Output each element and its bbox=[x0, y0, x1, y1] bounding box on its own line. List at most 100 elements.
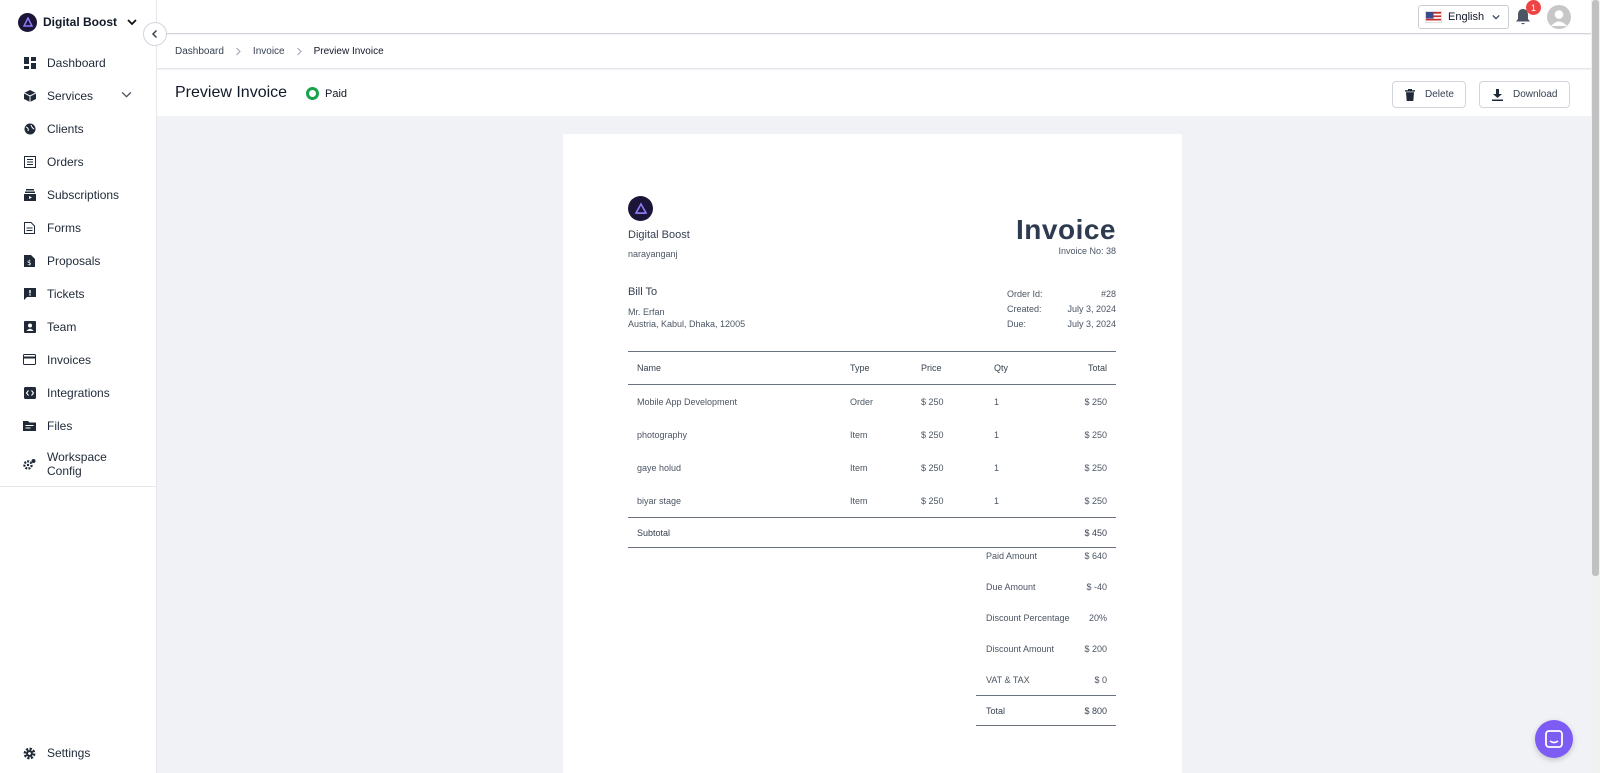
breadcrumb-invoice[interactable]: Invoice bbox=[253, 46, 285, 57]
item-total: $ 250 bbox=[1084, 462, 1107, 473]
summary-value: $ 200 bbox=[1084, 643, 1107, 654]
sidebar-item-integrations[interactable]: Integrations bbox=[0, 376, 156, 409]
bill-to-label: Bill To bbox=[628, 286, 658, 298]
user-icon bbox=[1551, 10, 1567, 26]
company-address: narayanganj bbox=[628, 249, 678, 259]
meta-label: Order Id: bbox=[1007, 288, 1043, 299]
company-name: Digital Boost bbox=[628, 229, 690, 241]
item-total: $ 250 bbox=[1084, 396, 1107, 407]
sidebar-item-invoices[interactable]: Invoices bbox=[0, 343, 156, 376]
item-type: Item bbox=[850, 429, 868, 440]
summary-row-paid: Paid Amount $ 640 bbox=[976, 540, 1116, 571]
item-qty: 1 bbox=[994, 495, 1000, 506]
sidebar-item-tickets[interactable]: Tickets bbox=[0, 277, 156, 310]
total-label: Total bbox=[986, 705, 1006, 716]
language-select[interactable]: English bbox=[1418, 5, 1509, 29]
scrollbar-thumb[interactable] bbox=[1592, 0, 1599, 576]
table-row: gaye holud Item $ 250 1 $ 250 bbox=[628, 451, 1116, 484]
summary-row-vat: VAT & TAX $ 0 bbox=[976, 664, 1116, 695]
sidebar-item-label: Integrations bbox=[47, 385, 110, 400]
folder-icon bbox=[23, 419, 36, 432]
summary-label: VAT & TAX bbox=[986, 674, 1030, 685]
item-price: $ 250 bbox=[921, 495, 944, 506]
status-dot-icon bbox=[306, 87, 319, 100]
workspace-switcher[interactable]: Digital Boost bbox=[18, 12, 137, 32]
meta-order-id: Order Id: #28 bbox=[1007, 286, 1116, 301]
sidebar-item-label: Orders bbox=[47, 154, 84, 169]
invoice-number: Invoice No: 38 bbox=[1058, 246, 1116, 256]
item-qty: 1 bbox=[994, 396, 1000, 407]
invoice-meta: Order Id: #28 Created: July 3, 2024 Due: Ju… bbox=[1007, 286, 1116, 331]
sidebar-item-dashboard[interactable]: Dashboard bbox=[0, 46, 156, 79]
ticket-icon bbox=[23, 287, 36, 300]
company-logo-icon bbox=[628, 196, 653, 221]
sidebar-item-services[interactable]: Services bbox=[0, 79, 156, 112]
download-button[interactable]: Download bbox=[1479, 81, 1570, 108]
item-qty: 1 bbox=[994, 429, 1000, 440]
summary-value: $ -40 bbox=[1086, 581, 1107, 592]
page-title: Preview Invoice bbox=[175, 84, 288, 101]
language-label: English bbox=[1448, 11, 1485, 23]
us-flag-icon bbox=[1425, 11, 1442, 23]
sidebar-item-proposals[interactable]: $ Proposals bbox=[0, 244, 156, 277]
delete-label: Delete bbox=[1425, 89, 1454, 100]
chevron-down-icon bbox=[127, 17, 137, 27]
sidebar-item-label: Proposals bbox=[47, 253, 101, 268]
download-label: Download bbox=[1513, 89, 1558, 100]
sidebar-item-settings[interactable]: Settings bbox=[0, 740, 156, 766]
chat-launcher-button[interactable] bbox=[1535, 720, 1573, 758]
column-header-total: Total bbox=[1087, 363, 1107, 373]
sidebar: Digital Boost Dashboard Services Clients… bbox=[0, 0, 157, 773]
sidebar-item-orders[interactable]: Orders bbox=[0, 145, 156, 178]
sidebar-item-clients[interactable]: Clients bbox=[0, 112, 156, 145]
meta-created: Created: July 3, 2024 bbox=[1007, 301, 1116, 316]
breadcrumb: Dashboard Invoice Preview Invoice bbox=[157, 35, 1591, 69]
chevron-right-icon bbox=[296, 47, 303, 56]
delete-button[interactable]: Delete bbox=[1392, 81, 1466, 108]
sidebar-item-subscriptions[interactable]: Subscriptions bbox=[0, 178, 156, 211]
subtotal-label: Subtotal bbox=[637, 527, 671, 538]
meta-value: July 3, 2024 bbox=[1067, 318, 1116, 329]
client-address: Austria, Kabul, Dhaka, 12005 bbox=[628, 319, 746, 329]
breadcrumb-dashboard[interactable]: Dashboard bbox=[175, 46, 224, 57]
summary-row-discount-percentage: Discount Percentage 20% bbox=[976, 602, 1116, 633]
sidebar-item-label: Subscriptions bbox=[47, 187, 120, 202]
sidebar-item-forms[interactable]: Forms bbox=[0, 211, 156, 244]
invoice-title: Invoice bbox=[1016, 214, 1116, 245]
item-name: biyar stage bbox=[637, 495, 682, 506]
dollar-document-icon: $ bbox=[23, 254, 36, 267]
total-value: $ 800 bbox=[1084, 705, 1107, 716]
item-name: photography bbox=[637, 429, 688, 440]
sidebar-item-workspace-config[interactable]: Workspace Config bbox=[0, 442, 156, 486]
subtotal-value: $ 450 bbox=[1084, 527, 1107, 538]
summary-value: 20% bbox=[1088, 612, 1107, 623]
box-icon bbox=[23, 89, 36, 102]
cogs-icon bbox=[23, 458, 36, 471]
avatar[interactable] bbox=[1547, 5, 1571, 29]
sidebar-item-label: Settings bbox=[47, 746, 91, 760]
table-header: Name Type Price Qty Total bbox=[628, 351, 1116, 385]
sidebar-item-files[interactable]: Files bbox=[0, 409, 156, 442]
sidebar-collapse-button[interactable] bbox=[143, 22, 167, 46]
chevron-down-icon[interactable] bbox=[121, 89, 132, 100]
credit-card-icon bbox=[23, 353, 36, 366]
summary-value: $ 0 bbox=[1094, 674, 1107, 685]
item-price: $ 250 bbox=[921, 396, 944, 407]
status-badge: Paid bbox=[306, 87, 347, 100]
meta-value: July 3, 2024 bbox=[1067, 303, 1116, 314]
chevron-left-icon bbox=[151, 29, 158, 39]
sidebar-item-team[interactable]: Team bbox=[0, 310, 156, 343]
document-icon bbox=[23, 221, 36, 234]
sidebar-item-label: Workspace Config bbox=[47, 450, 107, 478]
page-header: Preview Invoice Paid Delete Download bbox=[157, 70, 1591, 116]
workspace-name: Digital Boost bbox=[43, 15, 117, 29]
invoice-items-table: Name Type Price Qty Total Mobile App Dev… bbox=[628, 351, 1116, 548]
item-price: $ 250 bbox=[921, 429, 944, 440]
item-total: $ 250 bbox=[1084, 429, 1107, 440]
meta-value: #28 bbox=[1100, 288, 1116, 299]
sidebar-item-label: Clients bbox=[47, 121, 84, 136]
meta-label: Due: bbox=[1007, 318, 1027, 329]
chevron-down-icon bbox=[1492, 13, 1500, 21]
svg-text:$: $ bbox=[27, 259, 31, 267]
notification-badge: 1 bbox=[1526, 0, 1541, 15]
